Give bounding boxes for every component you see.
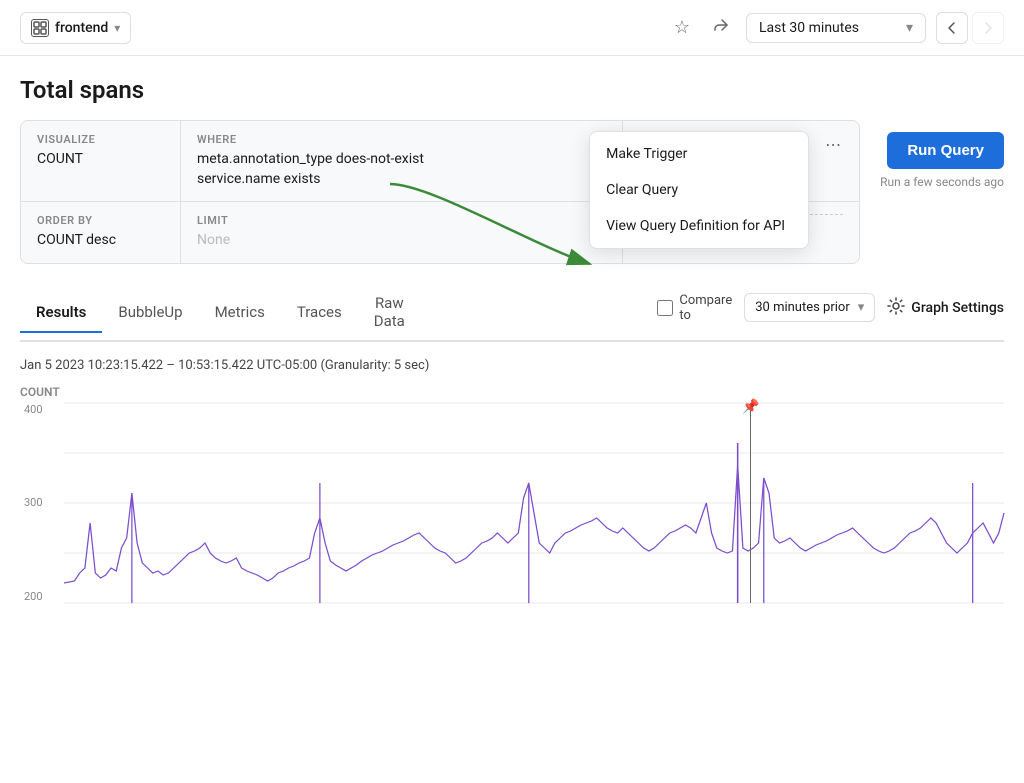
where-cell: WHERE meta.annotation_type does-not-exis… — [181, 121, 623, 201]
limit-label: LIMIT — [197, 214, 606, 227]
visualize-cell: VISUALIZE COUNT — [21, 121, 181, 201]
time-prior-label: 30 minutes prior — [755, 300, 850, 315]
run-status: Run a few seconds ago — [880, 175, 1004, 189]
y-axis-labels: 400 300 200 — [20, 403, 60, 603]
back-button[interactable] — [936, 12, 968, 44]
chart-y-label: COUNT — [20, 385, 1004, 399]
chart-inner: 📌 — [64, 403, 1004, 603]
share-button[interactable] — [706, 10, 736, 45]
graph-settings-button[interactable]: Graph Settings — [887, 297, 1004, 319]
forward-button[interactable] — [972, 12, 1004, 44]
dropdown-menu: Make Trigger Clear Query View Query Defi… — [589, 131, 809, 249]
visualize-label: VISUALIZE — [37, 133, 164, 146]
compare-label: Compareto — [679, 293, 732, 323]
group-by-cell: GROUP BY ⋯ Make Trigger Clear Query View… — [623, 121, 859, 201]
tab-bubbleup[interactable]: BubbleUp — [102, 293, 198, 333]
query-builder-wrap: VISUALIZE COUNT WHERE meta.annotation_ty… — [20, 120, 860, 264]
time-selector[interactable]: Last 30 minutes ▾ — [746, 13, 926, 43]
dropdown-item-trigger[interactable]: Make Trigger — [590, 136, 808, 172]
dropdown-item-api[interactable]: View Query Definition for API — [590, 208, 808, 244]
run-query-button[interactable]: Run Query — [887, 132, 1004, 169]
visualize-value: COUNT — [37, 150, 164, 170]
more-button[interactable]: ⋯ — [819, 133, 847, 157]
where-value-1: meta.annotation_type does-not-exist — [197, 150, 606, 170]
star-button[interactable]: ☆ — [668, 11, 696, 44]
limit-value: None — [197, 231, 606, 251]
tab-raw-data[interactable]: RawData — [358, 284, 421, 342]
gear-icon — [887, 297, 905, 319]
chevron-down-icon: ▾ — [114, 21, 120, 35]
top-bar: frontend ▾ ☆ Last 30 minutes ▾ — [0, 0, 1024, 56]
tab-results[interactable]: Results — [20, 293, 102, 333]
pin-marker[interactable]: 📌 — [750, 403, 751, 603]
query-row-1: VISUALIZE COUNT WHERE meta.annotation_ty… — [21, 121, 859, 202]
limit-cell: LIMIT None — [181, 202, 623, 263]
compare-checkbox[interactable] — [657, 300, 673, 316]
chart-container: 400 300 200 📌 — [20, 403, 1004, 603]
share-icon — [712, 16, 730, 39]
time-label: Last 30 minutes — [759, 20, 859, 36]
y-label-400: 400 — [24, 403, 56, 416]
dropdown-item-clear[interactable]: Clear Query — [590, 172, 808, 208]
order-by-label: ORDER BY — [37, 214, 164, 227]
time-prior-chevron: ▾ — [858, 300, 865, 315]
star-icon: ☆ — [674, 17, 690, 38]
order-by-value: COUNT desc — [37, 231, 164, 251]
where-label: WHERE — [197, 133, 606, 146]
chart-area: Jan 5 2023 10:23:15.422 – 10:53:15.422 U… — [20, 342, 1004, 603]
tab-metrics[interactable]: Metrics — [199, 293, 281, 333]
nav-arrows — [936, 12, 1004, 44]
y-label-300: 300 — [24, 496, 56, 509]
y-label-200: 200 — [24, 590, 56, 603]
graph-settings-label: Graph Settings — [911, 300, 1004, 316]
tabs: Results BubbleUp Metrics Traces RawData … — [20, 284, 1004, 342]
time-chevron-icon: ▾ — [906, 20, 913, 36]
page: Total spans VISUALIZE COUNT WHERE meta.a… — [0, 56, 1024, 603]
where-value-2: service.name exists — [197, 170, 606, 190]
time-prior-select[interactable]: 30 minutes prior ▾ — [744, 293, 875, 322]
compare-check[interactable]: Compareto — [657, 293, 732, 323]
tab-traces[interactable]: Traces — [281, 293, 358, 333]
pin-icon: 📌 — [742, 399, 759, 415]
chart-svg — [64, 403, 1004, 603]
order-by-cell: ORDER BY COUNT desc — [21, 202, 181, 263]
app-name: frontend — [55, 20, 108, 36]
app-selector[interactable]: frontend ▾ — [20, 12, 131, 44]
app-icon — [31, 19, 49, 37]
tab-extras: Compareto 30 minutes prior ▾ Graph Setti… — [657, 293, 1004, 331]
query-and-run: VISUALIZE COUNT WHERE meta.annotation_ty… — [20, 120, 1004, 264]
chart-time-label: Jan 5 2023 10:23:15.422 – 10:53:15.422 U… — [20, 358, 1004, 373]
more-icon: ⋯ — [825, 137, 841, 154]
run-area: Run Query Run a few seconds ago — [860, 120, 1004, 189]
query-builder: VISUALIZE COUNT WHERE meta.annotation_ty… — [20, 120, 860, 264]
